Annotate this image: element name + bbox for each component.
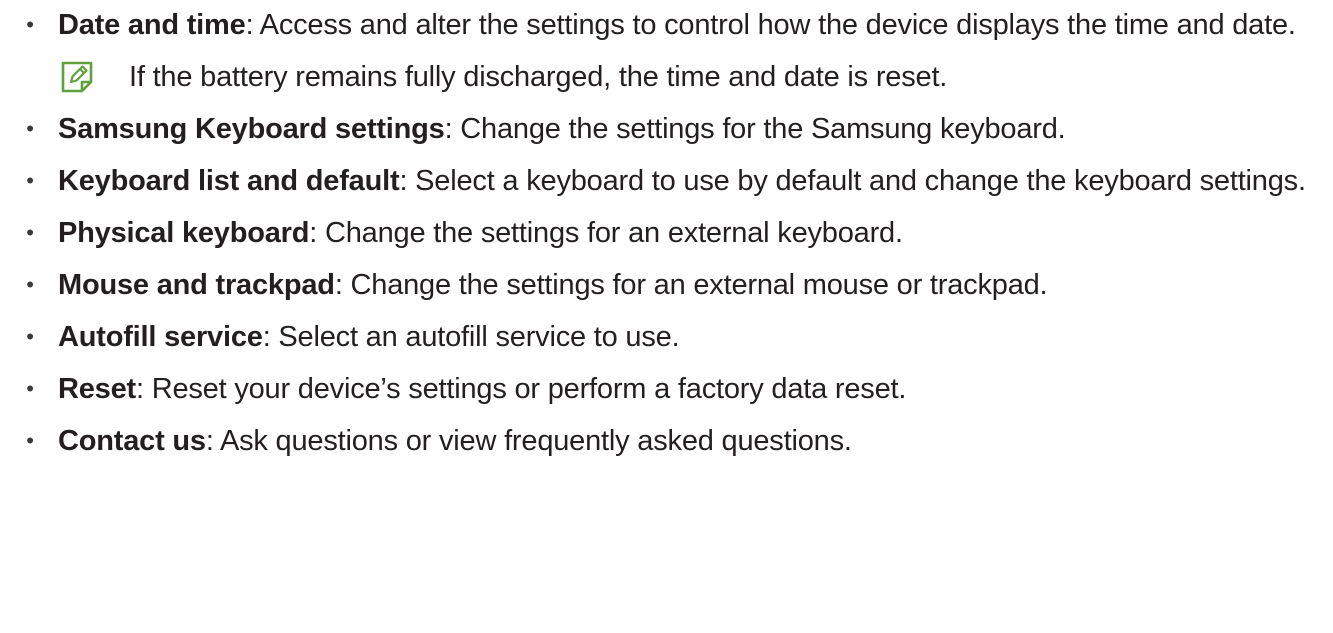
bullet: • [26,168,34,193]
item-term: Reset [58,373,136,405]
list-item-date-time: • Date and time: Access and alter the se… [0,6,1333,44]
list-item-reset: • Reset: Reset your device’s settings or… [0,370,1333,408]
bullet: • [26,428,34,453]
item-description: : Ask questions or view frequently asked… [205,425,852,457]
bullet: • [26,12,34,37]
item-description: : Select a keyboard to use by default an… [399,165,1306,197]
item-term: Date and time [58,9,246,41]
list-item-physical-keyboard: • Physical keyboard: Change the settings… [0,214,1333,252]
list-item-keyboard-list: • Keyboard list and default: Select a ke… [0,162,1333,200]
bullet: • [26,376,34,401]
item-description: : Change the settings for an external ke… [309,217,903,249]
item-description: : Access and alter the settings to contr… [245,9,1296,41]
note: If the battery remains fully discharged,… [60,58,1333,96]
item-description: : Change the settings for an external mo… [334,269,1048,301]
item-term: Mouse and trackpad [58,269,335,301]
bullet: • [26,324,34,349]
note-pencil-icon [61,61,93,93]
settings-description-list: • Date and time: Access and alter the se… [0,0,1333,633]
item-term: Autofill service [58,321,263,353]
note-text: If the battery remains fully discharged,… [129,61,948,93]
item-term: Samsung Keyboard settings [58,113,445,145]
list-item-autofill: • Autofill service: Select an autofill s… [0,318,1333,356]
list-item-contact-us: • Contact us: Ask questions or view freq… [0,422,1333,460]
bullet: • [26,116,34,141]
list-item-mouse-trackpad: • Mouse and trackpad: Change the setting… [0,266,1333,304]
item-term: Contact us [58,425,206,457]
bullet: • [26,220,34,245]
item-description: : Reset your device’s settings or perfor… [136,373,907,405]
item-description: : Change the settings for the Samsung ke… [444,113,1066,145]
item-term: Keyboard list and default [58,165,400,197]
item-description: : Select an autofill service to use. [262,321,680,353]
bullet: • [26,272,34,297]
item-term: Physical keyboard [58,217,310,249]
list-item-samsung-keyboard: • Samsung Keyboard settings: Change the … [0,110,1333,148]
